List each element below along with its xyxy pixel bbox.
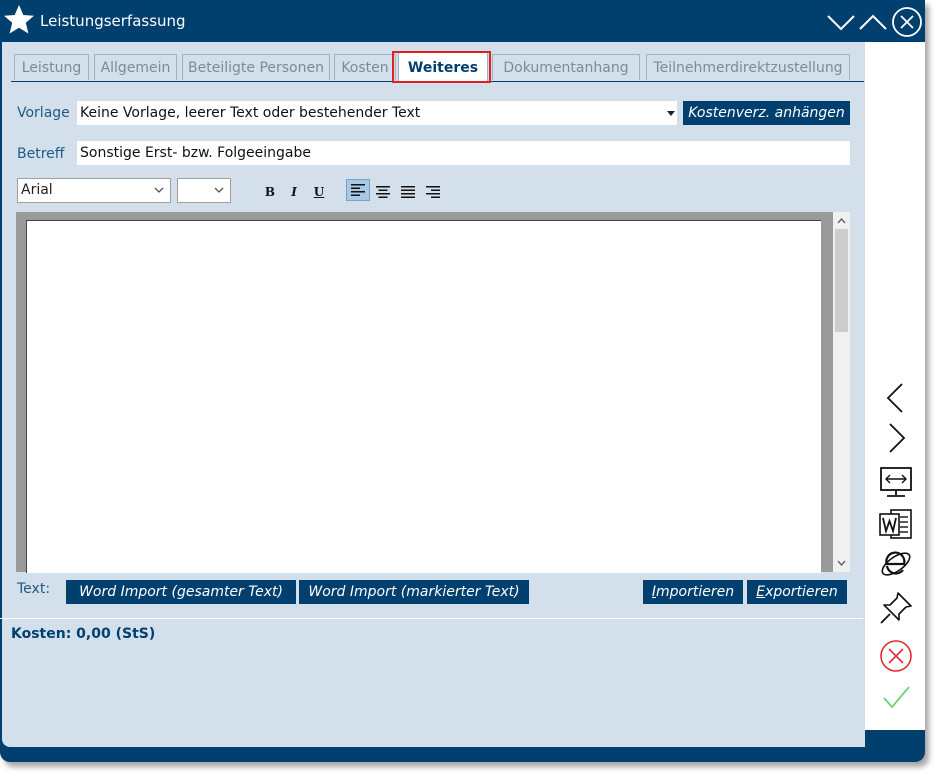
- internet-explorer-icon[interactable]: [878, 546, 914, 582]
- text-label: Text:: [17, 581, 51, 597]
- previous-icon[interactable]: [878, 380, 914, 416]
- betreff-input[interactable]: Sonstige Erst- bzw. Folgeeingabe: [77, 141, 850, 165]
- align-justify-button[interactable]: [398, 182, 418, 202]
- footer-separator: [0, 618, 863, 619]
- font-size-select[interactable]: [177, 178, 231, 203]
- import-label: mportieren: [656, 584, 735, 600]
- next-icon[interactable]: [878, 420, 914, 456]
- align-center-icon: [376, 186, 390, 198]
- window-title: Leistungserfassung: [40, 12, 186, 30]
- betreff-value: Sonstige Erst- bzw. Folgeeingabe: [80, 145, 311, 161]
- align-right-button[interactable]: [423, 182, 443, 202]
- align-left-icon: [351, 184, 365, 196]
- tab-leistung[interactable]: Leistung: [14, 54, 89, 80]
- align-justify-icon: [401, 186, 415, 198]
- confirm-icon[interactable]: [878, 680, 914, 716]
- vorlage-value: Keine Vorlage, leerer Text oder bestehen…: [80, 105, 421, 121]
- tab-beteiligte-personen[interactable]: Beteiligte Personen: [182, 54, 330, 80]
- editor-scrollbar[interactable]: [833, 212, 850, 572]
- tab-teilnehmerdirektzustellung[interactable]: Teilnehmerdirektzustellung: [646, 54, 850, 80]
- chevron-down-icon: [154, 187, 164, 193]
- vorlage-select[interactable]: Keine Vorlage, leerer Text oder bestehen…: [77, 101, 677, 125]
- scroll-down-icon[interactable]: [833, 556, 850, 570]
- close-icon[interactable]: [891, 6, 923, 38]
- word-import-marked-button[interactable]: Word Import (markierter Text): [299, 580, 529, 604]
- word-import-all-button[interactable]: Word Import (gesamter Text): [66, 580, 296, 604]
- tab-allgemein[interactable]: Allgemein: [94, 54, 177, 80]
- export-label: xportieren: [765, 584, 838, 600]
- cost-summary: Kosten: 0,00 (StS): [11, 626, 156, 642]
- scroll-up-icon[interactable]: [833, 214, 850, 228]
- import-button[interactable]: Importieren: [643, 580, 743, 604]
- kostenverz-anhaengen-button[interactable]: Kostenverz. anhängen: [683, 101, 850, 125]
- underline-button[interactable]: U: [309, 182, 329, 202]
- align-left-button[interactable]: [346, 179, 370, 201]
- export-button[interactable]: Exportieren: [747, 580, 847, 604]
- dropdown-arrow-icon: [667, 111, 675, 116]
- font-family-select[interactable]: Arial: [17, 178, 171, 203]
- text-editor[interactable]: [26, 220, 821, 573]
- pin-icon[interactable]: [878, 590, 914, 626]
- betreff-label: Betreff: [17, 146, 65, 162]
- vorlage-label: Vorlage: [17, 105, 70, 121]
- titlebar: Leistungserfassung: [0, 0, 925, 42]
- tab-divider: [11, 81, 864, 82]
- chevron-down-icon: [214, 187, 224, 193]
- scroll-thumb[interactable]: [835, 229, 848, 332]
- tab-weiteres[interactable]: Weiteres: [398, 52, 488, 83]
- minimize-icon[interactable]: [827, 8, 855, 36]
- align-center-button[interactable]: [373, 182, 393, 202]
- italic-button[interactable]: I: [284, 182, 304, 202]
- export-accesskey: E: [756, 584, 766, 600]
- font-family-value: Arial: [21, 182, 53, 198]
- tab-dokumentanhang[interactable]: Dokumentanhang: [492, 54, 640, 80]
- maximize-icon[interactable]: [859, 8, 887, 36]
- word-icon[interactable]: [878, 506, 914, 542]
- align-right-icon: [426, 186, 440, 198]
- star-icon: [4, 5, 34, 34]
- screen-switch-icon[interactable]: [878, 464, 914, 500]
- tab-kosten[interactable]: Kosten: [334, 54, 396, 80]
- tab-bar: Leistung Allgemein Beteiligte Personen K…: [2, 52, 865, 83]
- bold-button[interactable]: B: [260, 182, 280, 202]
- cancel-icon[interactable]: [878, 638, 914, 674]
